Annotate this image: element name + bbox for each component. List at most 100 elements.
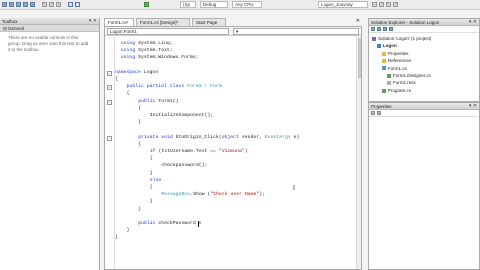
code-line[interactable]: public Form1() [138,99,178,104]
code-line[interactable]: { [150,156,153,161]
undo-icon[interactable] [68,2,73,7]
solution-tree-item[interactable]: Program.cs [382,88,411,93]
code-line[interactable]: checkpassword(); [161,163,207,168]
code-line[interactable]: } [150,199,153,204]
properties-title: Properties [371,104,392,109]
redo-icon[interactable] [75,2,80,7]
toolbox-panel: Toolbox ▾ ✕ ⊟ General There are no usabl… [0,18,100,270]
add-item-icon[interactable] [9,2,14,7]
code-line[interactable]: MessageBox.Show ("Check user Name"); [161,192,265,197]
solution-configuration-combo[interactable]: Debug [200,1,228,8]
start-debugging-icon[interactable] [144,2,149,7]
code-text[interactable]: using System.Linq; using System.Text; usin… [115,36,361,269]
properties-pin-icon[interactable]: ▾ ✕ [469,103,477,110]
tab-start-page[interactable]: Start Page [192,18,226,26]
code-line[interactable]: using System.Windows.Forms; [121,55,199,60]
outline-collapse-icon[interactable]: − [107,70,112,76]
code-token: namespace [115,69,141,75]
code-line[interactable]: InitializeComponent(); [150,113,213,118]
code-token: e) [290,134,300,140]
code-line[interactable]: if (txtUsername.Text == "Vicmuna") [150,149,248,154]
scrollbar-thumb[interactable] [358,38,361,78]
code-token: Form1 [187,84,202,90]
solution-item-label: References [388,58,412,64]
code-token: EventArgs [264,134,291,140]
vertical-scrollbar[interactable] [356,36,361,269]
cut-icon[interactable] [42,2,47,7]
paste-icon[interactable] [56,2,61,7]
save-icon[interactable] [23,2,28,7]
code-token: : [201,84,211,90]
code-line[interactable]: using System.Text; [121,48,173,53]
code-token: checkpassword(); [161,163,208,169]
code-line[interactable]: public partial class Form1 : Form [127,84,222,89]
solution-explorer-pin-icon[interactable]: ▾ ✕ [469,19,477,26]
code-line[interactable]: public checkPassword v [138,221,201,226]
tab-form1-cs[interactable]: Form1.cs* [104,18,134,26]
refresh-icon[interactable] [383,27,387,31]
solution-tree-item[interactable]: Form1.cs [382,66,407,71]
code-token: Form [210,84,222,90]
code-line[interactable]: { [127,91,130,96]
code-line[interactable]: using System.Linq; [121,41,173,46]
find-icon[interactable] [372,2,377,7]
show-all-files-icon[interactable] [377,27,381,31]
code-token: { [138,141,142,147]
code-token: object [221,134,239,140]
code-token: { [115,77,118,82]
code-token: MessageBox [161,192,191,198]
close-document-icon[interactable]: ✕ [356,18,360,24]
code-line[interactable]: } [138,207,141,212]
categorized-icon[interactable] [371,111,375,115]
code-token: { [138,105,142,111]
outline-collapse-icon[interactable]: − [107,99,112,105]
outline-collapse-icon[interactable]: − [107,135,112,141]
member-combo[interactable]: ▾ [233,28,359,35]
solution-platform-combo[interactable]: Any CPU [232,1,262,8]
tab-form1-design[interactable]: Form1.cs [Design]* [136,18,190,26]
solution-tree-item[interactable]: Logon [377,43,397,48]
code-line[interactable]: namespace Logon [115,70,158,75]
code-line[interactable]: } [115,235,118,240]
toolbox-section-general[interactable]: ⊟ General [0,25,99,32]
outline-collapse-icon[interactable]: − [107,85,112,91]
code-line[interactable]: { [115,77,118,82]
toolbox-icon[interactable] [393,2,398,7]
solution-tree-item[interactable]: Solution 'Logon' (1 project) [372,36,431,41]
code-token: ); [259,192,266,198]
find-combo[interactable]: Logon_Jouvnay [318,1,368,8]
save-all-icon[interactable] [30,2,35,7]
code-line[interactable]: { [138,106,141,111]
code-line[interactable]: } [127,228,130,233]
solution-tree-item[interactable]: Form1.resx [387,80,416,85]
properties-button-icon[interactable] [371,27,375,31]
nav-combo[interactable]: (Sp [180,1,196,8]
open-file-icon[interactable] [16,2,21,7]
alphabetical-icon[interactable] [377,111,381,115]
code-line[interactable]: { [150,185,153,190]
properties-toolbar [369,111,479,117]
copy-icon[interactable] [49,2,54,7]
code-line[interactable]: } [150,171,153,176]
new-project-icon[interactable] [2,2,7,7]
code-line[interactable]: else [150,178,162,183]
code-token: else [149,177,162,183]
folder-icon [382,59,386,63]
solution-tree-item[interactable]: Properties [382,51,409,56]
solution-explorer-toolbar [369,27,479,33]
solution-item-label: Form1.resx [393,80,416,86]
solution-explorer-icon[interactable] [379,2,384,7]
code-line[interactable]: private void btnOrigin_Click(object send… [138,135,299,140]
solution-tree-item[interactable]: References [382,58,411,63]
toolbox-pin-icon[interactable]: ▾ ✕ [89,18,97,25]
toolbox-title: Toolbox [2,19,18,24]
code-editor[interactable]: Logon.Form1 ▾ − − − − using System.Linq; usi… [104,26,362,270]
solution-tree-item[interactable]: Form1.Designer.cs [387,73,431,78]
properties-icon[interactable] [386,2,391,7]
class-combo[interactable]: Logon.Form1 [107,28,229,35]
code-line[interactable]: } [138,120,141,125]
code-token: } [115,235,118,241]
view-code-icon[interactable] [389,27,393,31]
code-line[interactable]: { [138,142,141,147]
solution-item-label: Properties [388,50,409,56]
